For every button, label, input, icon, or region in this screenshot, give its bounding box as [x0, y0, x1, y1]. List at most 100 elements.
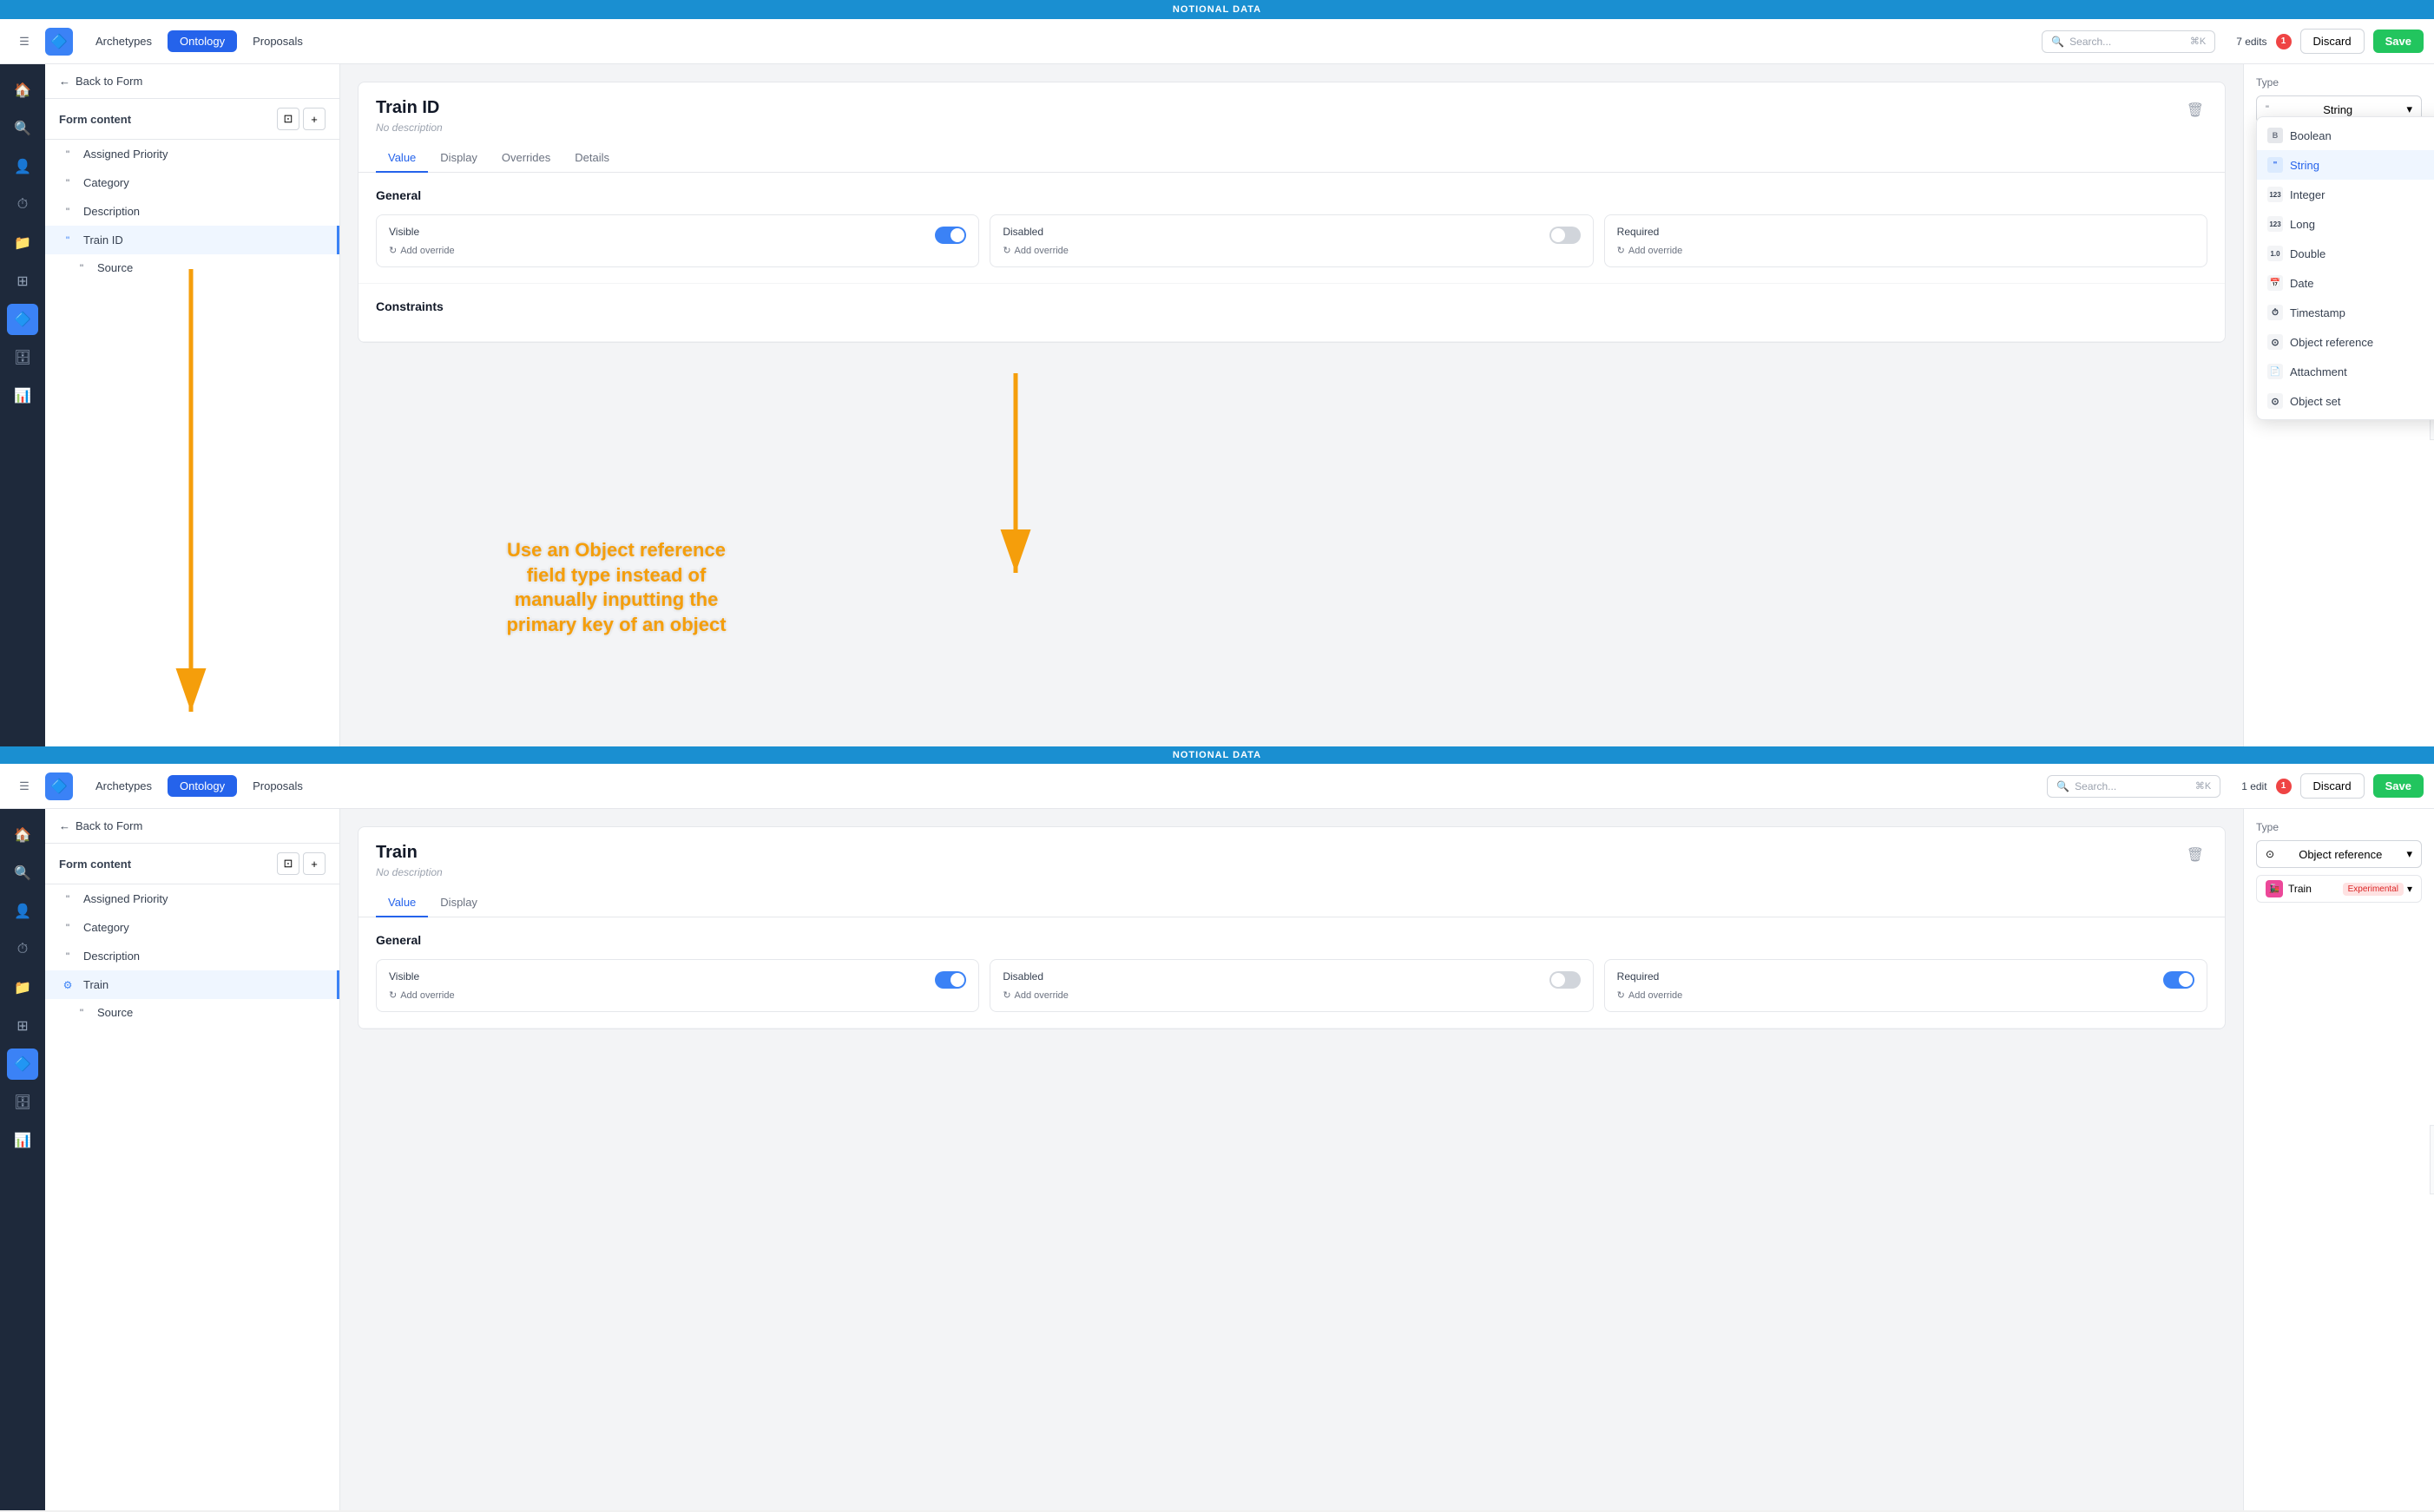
disabled-label-bottom: Disabled [1003, 970, 1043, 983]
required-toggle-bottom[interactable] [2163, 971, 2194, 989]
disabled-add-override-top[interactable]: ↻ Add override [1003, 245, 1580, 256]
sidebar-icon-history-b[interactable]: ⏱ [7, 934, 38, 965]
dropdown-attachment[interactable]: 📄 Attachment [2257, 357, 2434, 386]
dropdown-string[interactable]: " String [2257, 150, 2434, 180]
tab-ontology-bottom[interactable]: Ontology [168, 775, 237, 797]
sidebar-icon-search-b[interactable]: 🔍 [7, 858, 38, 889]
form-preview-toggle-bottom[interactable]: Form Preview [2430, 1125, 2434, 1194]
tab-value-top[interactable]: Value [376, 144, 428, 173]
field-sub-item-source-b[interactable]: " Source [45, 999, 339, 1026]
dropdown-object-reference[interactable]: ⊙ Object reference [2257, 327, 2434, 357]
collapse-button[interactable]: ⊡ [277, 108, 299, 130]
field-item-category[interactable]: " Category [45, 168, 339, 197]
search-icon: 🔍 [2051, 36, 2064, 48]
field-item-description-b[interactable]: " Description [45, 942, 339, 970]
edit-count: 7 edits [2236, 36, 2266, 48]
tab-archetypes[interactable]: Archetypes [83, 30, 164, 52]
dropdown-date[interactable]: 📅 Date [2257, 268, 2434, 298]
visible-add-override-top[interactable]: ↻ Add override [389, 245, 966, 256]
sidebar-icon-home[interactable]: 🏠 [7, 75, 38, 106]
add-field-button-b[interactable]: + [303, 852, 326, 875]
visible-toggle-top[interactable] [935, 227, 966, 244]
field-icon-string-b3: " [59, 950, 76, 963]
field-item-description[interactable]: " Description [45, 197, 339, 226]
tab-archetypes-bottom[interactable]: Archetypes [83, 775, 164, 797]
sidebar-icon-db[interactable]: 🗄 [7, 342, 38, 373]
save-button[interactable]: Save [2373, 30, 2424, 53]
add-field-button[interactable]: + [303, 108, 326, 130]
dropdown-double[interactable]: 1.0 Double [2257, 239, 2434, 268]
field-item-train-id[interactable]: " Train ID [45, 226, 339, 254]
delete-field-button-top[interactable]: 🗑 [2183, 98, 2207, 122]
experimental-badge: Experimental [2343, 883, 2404, 896]
sidebar-icon-search[interactable]: 🔍 [7, 113, 38, 144]
sidebar-icon-chart-b[interactable]: 📊 [7, 1125, 38, 1156]
main-content-top: Train ID No description 🗑 Value Display … [340, 64, 2243, 746]
search-bar-bottom[interactable]: 🔍 Search... ⌘K [2047, 775, 2220, 798]
required-control-bottom: Required ↻ Add override [1604, 959, 2207, 1012]
back-link-top[interactable]: ← Back to Form [45, 64, 339, 99]
dropdown-timestamp[interactable]: ⏱ Timestamp [2257, 298, 2434, 327]
tab-proposals-bottom[interactable]: Proposals [240, 775, 315, 797]
sidebar-icon-home-b[interactable]: 🏠 [7, 819, 38, 851]
dropdown-boolean[interactable]: B Boolean [2257, 121, 2434, 150]
sidebar-icon-history[interactable]: ⏱ [7, 189, 38, 220]
disabled-footer-bottom: Disabled [1003, 970, 1580, 989]
double-label: Double [2290, 247, 2325, 260]
tab-proposals[interactable]: Proposals [240, 30, 315, 52]
disabled-toggle-top[interactable] [1549, 227, 1581, 244]
sidebar-icon-cube-b[interactable]: 🔷 [7, 1049, 38, 1080]
visible-toggle-bottom[interactable] [935, 971, 966, 989]
sidebar-icon-user[interactable]: 👤 [7, 151, 38, 182]
field-sub-item-source[interactable]: " Source [45, 254, 339, 281]
field-label: Train ID [83, 233, 123, 247]
visible-add-override-bottom[interactable]: ↻ Add override [389, 989, 966, 1001]
field-item-category-b[interactable]: " Category [45, 913, 339, 942]
disabled-toggle-bottom[interactable] [1549, 971, 1581, 989]
disabled-add-override-bottom[interactable]: ↻ Add override [1003, 989, 1580, 1001]
sidebar-icon-db-b[interactable]: 🗄 [7, 1087, 38, 1118]
search-bar[interactable]: 🔍 Search... ⌘K [2042, 30, 2215, 53]
tab-value-bottom[interactable]: Value [376, 889, 428, 917]
dropdown-integer[interactable]: 123 Integer [2257, 180, 2434, 209]
type-select-bottom[interactable]: ⊙ Object reference ▾ [2256, 840, 2422, 868]
form-content-actions: ⊡ + [277, 108, 326, 130]
sidebar-icon-folder-b[interactable]: 📁 [7, 972, 38, 1003]
edit-count-bottom: 1 edit [2241, 780, 2266, 792]
visible-footer-top: Visible [389, 226, 966, 245]
tab-display-top[interactable]: Display [428, 144, 490, 173]
sidebar-icon-grid[interactable]: ⊞ [7, 266, 38, 297]
sidebar-icon-folder[interactable]: 📁 [7, 227, 38, 259]
back-link-bottom[interactable]: ← Back to Form [45, 809, 339, 844]
field-item-assigned-priority-b[interactable]: " Assigned Priority [45, 884, 339, 913]
discard-button[interactable]: Discard [2300, 29, 2365, 54]
save-button-bottom[interactable]: Save [2373, 774, 2424, 798]
collapse-button-b[interactable]: ⊡ [277, 852, 299, 875]
nav-tabs: Archetypes Ontology Proposals [83, 30, 315, 52]
hamburger-button[interactable]: ☰ [10, 28, 38, 56]
chevron-down-icon-pill[interactable]: ▾ [2407, 883, 2412, 895]
required-add-override-bottom[interactable]: ↻ Add override [1617, 989, 2194, 1001]
dropdown-object-set[interactable]: ⊙ Object set [2257, 386, 2434, 416]
required-add-override-top[interactable]: ↻ Add override [1617, 245, 2194, 256]
dropdown-long[interactable]: 123 Long [2257, 209, 2434, 239]
sidebar-icon-grid-b[interactable]: ⊞ [7, 1010, 38, 1042]
sidebar-icon-user-b[interactable]: 👤 [7, 896, 38, 927]
field-item-train-b[interactable]: ⚙ Train [45, 970, 339, 999]
tab-details-top[interactable]: Details [562, 144, 622, 173]
sidebar-icon-chart[interactable]: 📊 [7, 380, 38, 411]
field-title-top: Train ID [376, 98, 443, 118]
tab-display-bottom[interactable]: Display [428, 889, 490, 917]
discard-button-bottom[interactable]: Discard [2300, 773, 2365, 799]
tab-overrides-top[interactable]: Overrides [490, 144, 562, 173]
back-arrow-icon: ← [59, 75, 70, 88]
left-panel-bottom: ← Back to Form Form content ⊡ + " Assign… [45, 809, 340, 1510]
delete-field-button-bottom[interactable]: 🗑 [2183, 843, 2207, 867]
hamburger-button-bottom[interactable]: ☰ [10, 772, 38, 800]
tab-ontology[interactable]: Ontology [168, 30, 237, 52]
sidebar-icon-cube[interactable]: 🔷 [7, 304, 38, 335]
chevron-down-icon-b: ▾ [2406, 847, 2412, 861]
search-kbd-bottom: ⌘K [2195, 780, 2211, 792]
search-icon-bottom: 🔍 [2056, 780, 2069, 792]
field-item-assigned-priority[interactable]: " Assigned Priority [45, 140, 339, 168]
